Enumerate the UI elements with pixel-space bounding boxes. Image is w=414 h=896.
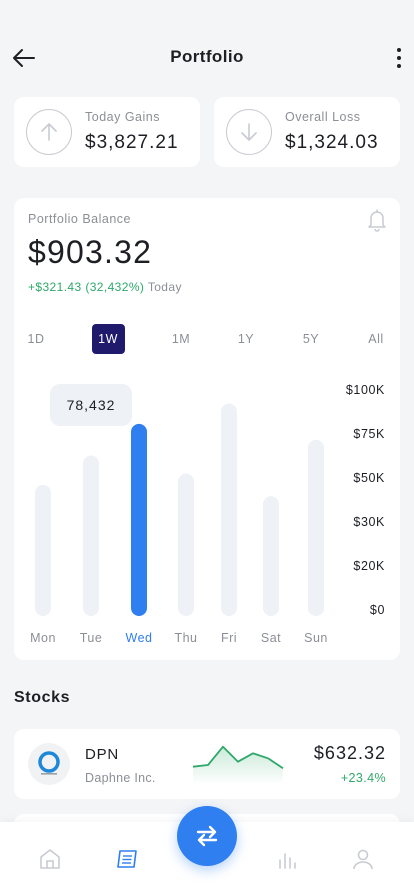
top-bar: Portfolio [0,0,414,100]
stock-company-name: Daphne Inc. [85,771,156,785]
bell-icon[interactable] [366,208,388,232]
bar-mon[interactable] [35,484,51,616]
swap-button[interactable] [177,806,237,866]
x-tick-label: Wed [126,631,153,645]
x-tick-label: Sat [261,631,281,645]
range-tab-all[interactable]: All [356,324,396,354]
bar-fri[interactable] [221,403,237,616]
balance-label: Portfolio Balance [28,212,132,226]
time-range-tabs: 1D 1W 1M 1Y 5Y All [14,324,400,354]
arrow-down-circle-icon [226,109,272,155]
y-tick-label: $30K [353,515,385,529]
news-icon[interactable] [114,846,140,872]
stat-value: $3,827.21 [85,132,179,153]
more-vertical-icon[interactable] [392,44,406,72]
x-tick-label: Fri [221,631,237,645]
stock-price: $632.32 [313,743,386,763]
profile-icon[interactable] [350,846,376,872]
x-tick-label: Tue [80,631,103,645]
ring-logo-icon [28,743,70,785]
bar-thu[interactable] [178,473,194,616]
bar-tue[interactable] [83,455,99,616]
swap-icon [196,825,218,847]
range-tab-1w[interactable]: 1W [91,324,125,354]
range-tab-1y[interactable]: 1Y [226,324,266,354]
stats-icon[interactable] [274,846,300,872]
x-tick-label: Thu [174,631,197,645]
range-tab-1m[interactable]: 1M [161,324,201,354]
x-tick-label: Sun [304,631,328,645]
x-tick-label: Mon [30,631,56,645]
y-tick-label: $0 [370,603,385,617]
portfolio-balance-card: Portfolio Balance $903.32 +$321.43 (32,4… [14,198,400,660]
stocks-section-title: Stocks [14,689,71,706]
y-tick-label: $20K [353,559,385,573]
stat-label: Today Gains [85,110,160,124]
balance-change: +$321.43 (32,432%) Today [28,280,182,294]
weekly-bar-chart: Mon Tue Wed Thu Fri Sat Sun 78,432 $100K $75K $50K… [30,383,385,645]
bar-sun[interactable] [308,439,324,616]
arrow-up-circle-icon [26,109,72,155]
overall-loss-card[interactable]: Overall Loss $1,324.03 [214,97,400,167]
stock-ticker: DPN [85,746,120,763]
bar-tooltip: 78,432 [50,384,132,426]
stock-row-dpn[interactable]: DPN Daphne Inc. $632.32 +23.4% [14,729,400,799]
bar-wed[interactable] [131,423,147,616]
page-title: Portfolio [170,47,244,66]
bar-sat[interactable] [263,496,279,616]
home-icon[interactable] [37,846,63,872]
stock-sparkline [192,745,284,785]
balance-change-period: Today [147,280,182,294]
balance-value: $903.32 [28,234,153,270]
y-tick-label: $100K [346,383,385,397]
stat-label: Overall Loss [285,110,361,124]
stat-value: $1,324.03 [285,132,379,153]
tooltip-value: 78,432 [67,397,116,413]
y-tick-label: $50K [353,471,385,485]
stock-change: +23.4% [340,771,386,785]
y-tick-label: $75K [353,427,385,441]
range-tab-5y[interactable]: 5Y [291,324,331,354]
today-gains-card[interactable]: Today Gains $3,827.21 [14,97,200,167]
balance-change-amount: +$321.43 (32,432%) [28,280,145,294]
range-tab-1d[interactable]: 1D [16,324,56,354]
